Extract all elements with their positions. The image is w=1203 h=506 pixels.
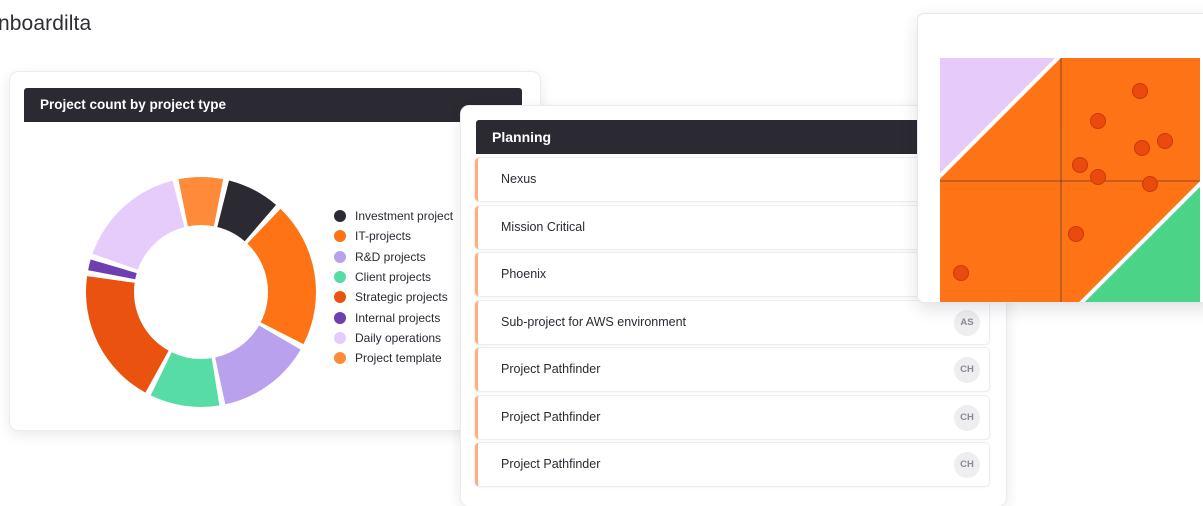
matrix-dot[interactable]	[1132, 83, 1148, 99]
legend-label: Internal projects	[355, 310, 441, 325]
legend-label: Project template	[355, 351, 442, 366]
project-name: Phoenix	[501, 267, 547, 281]
avatar[interactable]: CH	[954, 452, 980, 478]
legend-dot	[334, 250, 346, 263]
legend-item-internal-projects[interactable]: Internal projects	[334, 307, 453, 327]
legend-dot	[334, 271, 346, 284]
legend-label: Strategic projects	[355, 290, 448, 305]
legend-label: R&D projects	[355, 249, 426, 264]
planning-row[interactable]: Nexus	[475, 158, 989, 201]
avatar[interactable]: AS	[954, 309, 980, 336]
project-name: Mission Critical	[501, 219, 586, 234]
planning-row[interactable]: Project Pathfinder CH	[475, 348, 989, 391]
donut-slice-strategic-projects[interactable]	[86, 276, 169, 393]
legend-item-it-projects[interactable]: IT-projects	[334, 226, 453, 246]
chart-card-title: Project count by project type	[24, 88, 522, 122]
legend-dot	[334, 331, 346, 344]
donut-slice-daily-operations[interactable]	[92, 180, 185, 270]
legend-item-strategic-projects[interactable]: Strategic projects	[334, 287, 453, 307]
donut-chart	[86, 177, 316, 407]
planning-row[interactable]: Project Pathfinder CH	[475, 395, 989, 439]
planning-row[interactable]: Project Pathfinder CH	[475, 443, 989, 486]
legend-item-project-template[interactable]: Project template	[334, 348, 453, 368]
planning-row[interactable]: Phoenix	[475, 253, 989, 296]
legend-dot	[334, 230, 346, 243]
donut-slice-project-template[interactable]	[178, 177, 224, 227]
avatar[interactable]: CH	[954, 404, 980, 431]
legend-dot	[334, 352, 346, 365]
priority-matrix-card	[918, 14, 1203, 302]
avatar[interactable]: CH	[954, 357, 980, 383]
project-name: Project Pathfinder	[501, 457, 601, 471]
matrix-dot[interactable]	[1134, 140, 1150, 156]
legend-label: Daily operations	[355, 330, 442, 345]
background-heading-text: nboardilta	[0, 12, 92, 35]
legend-dot	[334, 210, 346, 223]
matrix-dot[interactable]	[1142, 176, 1158, 192]
project-name: Nexus	[501, 172, 537, 186]
legend-item-investment-project[interactable]: Investment project	[334, 206, 453, 226]
legend-label: Client projects	[355, 270, 432, 285]
legend-item-rd-projects[interactable]: R&D projects	[334, 247, 453, 267]
matrix-dot[interactable]	[1090, 113, 1106, 129]
donut-slice-r-d-projects[interactable]	[215, 325, 301, 405]
project-name: Project Pathfinder	[501, 362, 601, 376]
planning-row[interactable]: Mission Critical	[475, 205, 989, 249]
matrix-dot[interactable]	[1072, 157, 1088, 173]
legend-item-client-projects[interactable]: Client projects	[334, 267, 453, 287]
legend-dot	[334, 311, 346, 324]
planning-row[interactable]: Sub-project for AWS environment AS	[475, 300, 989, 344]
legend-label: Investment project	[355, 209, 454, 224]
legend-label: IT-projects	[355, 229, 412, 244]
priority-matrix	[940, 58, 1200, 302]
legend-dot	[334, 291, 346, 304]
planning-card-title: Planning	[476, 120, 936, 154]
matrix-dot[interactable]	[1068, 226, 1084, 242]
project-name: Project Pathfinder	[501, 409, 601, 424]
matrix-dot[interactable]	[1157, 133, 1173, 149]
chart-legend: Investment project IT-projects R&D proje…	[334, 206, 453, 368]
matrix-dot[interactable]	[953, 265, 969, 281]
project-name: Sub-project for AWS environment	[501, 314, 687, 329]
donut-slice-it-projects[interactable]	[247, 208, 316, 345]
matrix-dot[interactable]	[1090, 169, 1106, 185]
legend-item-daily-operations[interactable]: Daily operations	[334, 328, 453, 348]
planning-list: Nexus Mission Critical Phoenix Sub-proje…	[475, 158, 989, 491]
